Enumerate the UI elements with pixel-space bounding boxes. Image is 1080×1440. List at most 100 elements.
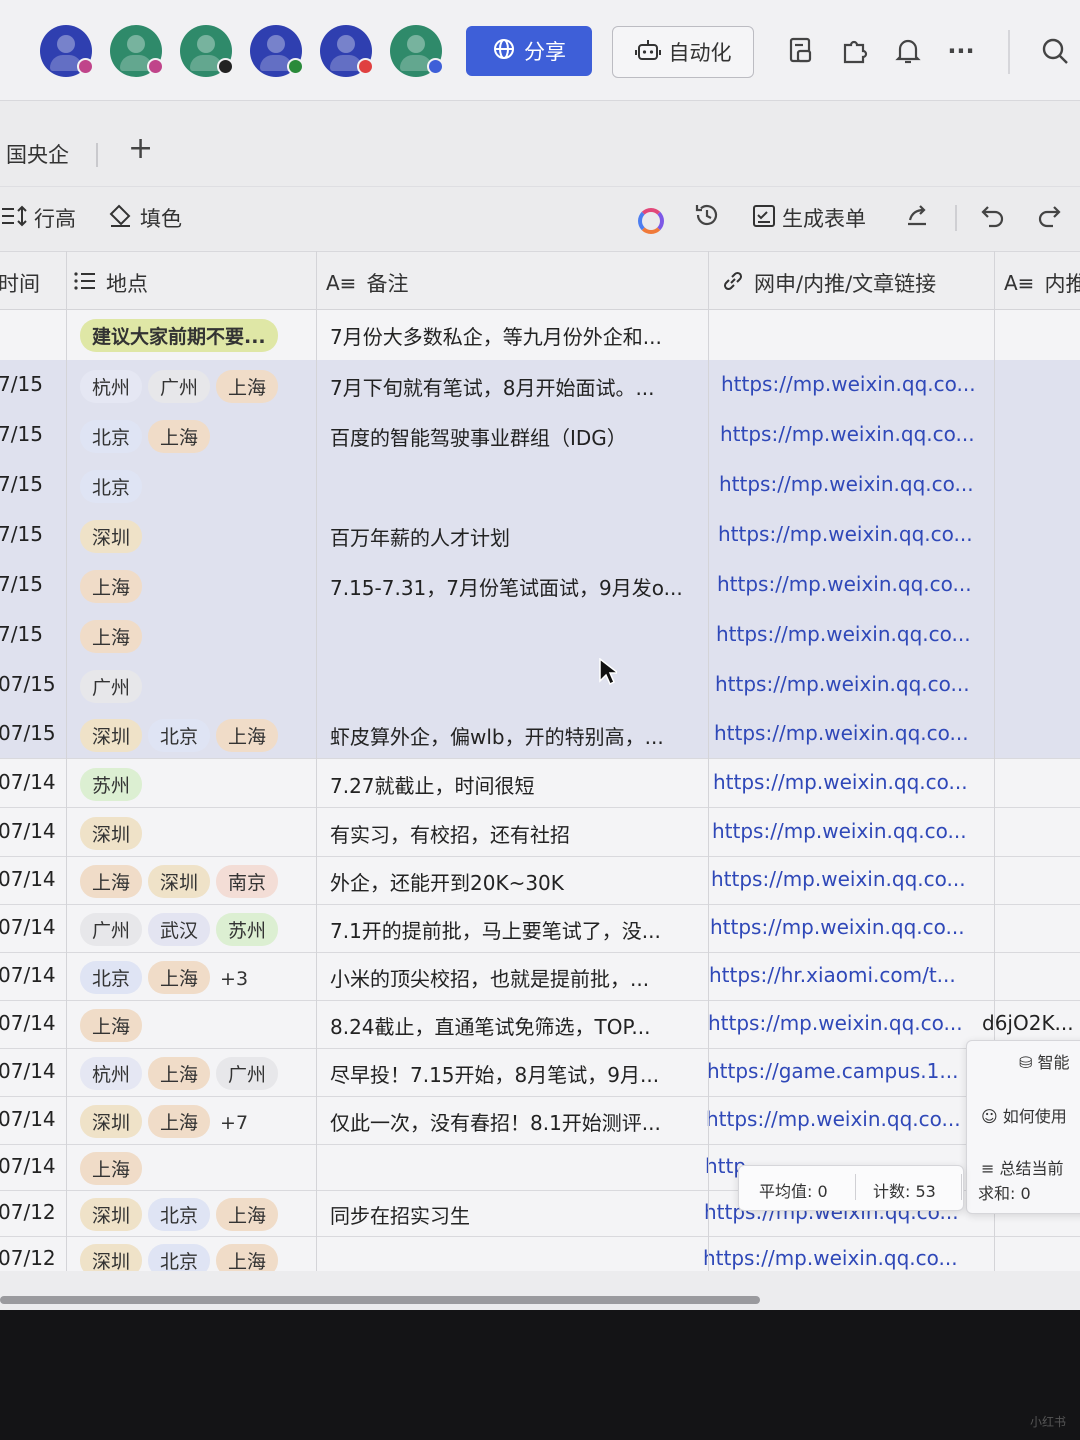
note-cell[interactable]: 7.15-7.31，7月份笔试面试，9月发o... xyxy=(330,572,700,601)
table-row[interactable]: 7/15 上海 7.15-7.31，7月份笔试面试，9月发o... https://m… xyxy=(0,560,1080,611)
date-cell[interactable]: 07/12 xyxy=(0,1246,56,1270)
column-header-location[interactable]: 地点 xyxy=(74,268,148,298)
date-cell[interactable]: 07/14 xyxy=(0,963,56,987)
link-cell[interactable]: https://mp.weixin.qq.co... xyxy=(716,622,981,646)
date-cell[interactable]: 07/14 xyxy=(0,1011,56,1035)
link-cell[interactable]: https://mp.weixin.qq.co... xyxy=(706,1107,971,1131)
avatar[interactable] xyxy=(180,25,234,77)
table-row[interactable]: 07/14 苏州 7.27就截止，时间很短 https://mp.weixin.qq.… xyxy=(0,758,1080,808)
ai-menu-how-to-use[interactable]: ☺ 如何使用 xyxy=(981,1103,1067,1127)
avatar[interactable] xyxy=(110,25,164,77)
date-cell[interactable]: 07/12 xyxy=(0,1200,56,1224)
link-cell[interactable]: https://mp.weixin.qq.co... xyxy=(703,1246,968,1270)
location-cell[interactable]: 广州 xyxy=(80,669,312,703)
table-row[interactable]: 07/15 广州 https://mp.weixin.qq.co... xyxy=(0,660,1080,710)
referral-cell[interactable]: d6jO2K... xyxy=(982,1011,1078,1035)
note-cell[interactable]: 小米的顶尖校招，也就是提前批，... xyxy=(330,963,700,992)
location-cell[interactable]: 上海 xyxy=(80,1152,312,1185)
location-cell[interactable]: 苏州 xyxy=(80,767,312,801)
note-cell[interactable]: 有实习，有校招，还有社招 xyxy=(330,819,700,848)
location-cell[interactable]: 深圳 xyxy=(80,520,312,553)
date-cell[interactable]: 07/14 xyxy=(0,1059,56,1083)
note-cell[interactable]: 7月下旬就有笔试，8月开始面试。... xyxy=(330,372,700,401)
undo-icon[interactable] xyxy=(980,202,1006,234)
note-cell[interactable]: 8.24截止，直通笔试免筛选，TOP... xyxy=(330,1011,700,1040)
location-cell[interactable]: 上海 xyxy=(80,1009,312,1042)
table-row[interactable]: 7/15 杭州 广州 上海 7月下旬就有笔试，8月开始面试。... https://mp.… xyxy=(0,360,1080,411)
note-cell[interactable]: 百度的智能驾驶事业群组（IDG） xyxy=(330,422,700,451)
date-cell[interactable]: 7/15 xyxy=(0,522,43,546)
location-cell[interactable]: 杭州 上海 广州 xyxy=(80,1057,312,1090)
column-header-time[interactable]: 时间 xyxy=(0,268,40,298)
link-cell[interactable]: https://mp.weixin.qq.co... xyxy=(714,721,979,745)
location-cell[interactable]: 建议大家前期不要... xyxy=(80,319,312,352)
location-cell[interactable]: 深圳 北京 上海 xyxy=(80,1198,312,1231)
location-cell[interactable]: 北京 xyxy=(80,470,312,503)
table-row[interactable]: 07/12 深圳 北京 上海 https://mp.weixin.qq.co... xyxy=(0,1236,1080,1271)
date-cell[interactable]: 07/15 xyxy=(0,672,56,696)
plugin-icon[interactable] xyxy=(839,36,869,66)
location-cell[interactable]: 深圳 上海 +7 xyxy=(80,1105,312,1138)
table-row[interactable]: 07/14 广州 武汉 苏州 7.1开的提前批，马上要笔试了，没... https://m… xyxy=(0,904,1080,953)
search-icon[interactable] xyxy=(1040,36,1070,66)
stat-average[interactable]: 平均值: 0 xyxy=(759,1178,828,1202)
more-tags-count[interactable]: +3 xyxy=(220,968,248,990)
note-cell[interactable]: 仅此一次，没有春招！8.1开始测评... xyxy=(330,1107,700,1136)
link-cell[interactable]: https://mp.weixin.qq.co... xyxy=(717,572,982,596)
date-cell[interactable]: 07/14 xyxy=(0,770,56,794)
table-row[interactable]: 7/15 北京 https://mp.weixin.qq.co... xyxy=(0,460,1080,511)
location-cell[interactable]: 上海 xyxy=(80,570,312,603)
date-cell[interactable]: 07/14 xyxy=(0,1107,56,1131)
stat-count[interactable]: 计数: 53 xyxy=(873,1178,936,1202)
fill-color-button[interactable]: 填色 xyxy=(108,203,182,233)
share-arrow-icon[interactable] xyxy=(904,202,930,234)
note-cell[interactable]: 尽早投！7.15开始，8月笔试，9月... xyxy=(330,1059,700,1088)
date-cell[interactable]: 07/14 xyxy=(0,915,56,939)
date-cell[interactable]: 07/14 xyxy=(0,1154,56,1178)
column-header-referral[interactable]: A≡ 内推 xyxy=(1004,268,1080,298)
link-cell[interactable]: https://mp.weixin.qq.co... xyxy=(713,770,978,794)
table-row[interactable]: 07/14 深圳 有实习，有校招，还有社招 https://mp.weixin.qq.… xyxy=(0,807,1080,857)
document-icon[interactable] xyxy=(786,36,816,66)
ai-assistant-icon[interactable] xyxy=(638,208,664,234)
column-header-link[interactable]: 网申/内推/文章链接 xyxy=(722,268,936,298)
bell-icon[interactable] xyxy=(893,36,923,66)
table-row[interactable]: 7/15 深圳 百万年薪的人才计划 https://mp.weixin.qq.co..… xyxy=(0,510,1080,561)
avatar[interactable] xyxy=(390,25,444,77)
link-cell[interactable]: https://mp.weixin.qq.co... xyxy=(715,672,980,696)
redo-icon[interactable] xyxy=(1036,202,1062,234)
table-row[interactable]: 07/14 深圳 上海 +7 仅此一次，没有春招！8.1开始测评... https://m… xyxy=(0,1096,1080,1145)
link-cell[interactable]: https://mp.weixin.qq.co... xyxy=(711,867,976,891)
ai-menu-summary[interactable]: ≡ 总结当前 xyxy=(981,1155,1064,1179)
share-button[interactable]: 分享 xyxy=(466,26,592,76)
date-cell[interactable]: 7/15 xyxy=(0,622,43,646)
note-cell[interactable]: 同步在招实习生 xyxy=(330,1200,700,1229)
column-header-note[interactable]: A≡ 备注 xyxy=(326,268,408,298)
link-cell[interactable]: https://mp.weixin.qq.co... xyxy=(712,819,977,843)
location-cell[interactable]: 深圳 xyxy=(80,816,312,850)
note-cell[interactable]: 7.27就截止，时间很短 xyxy=(330,770,700,799)
link-cell[interactable]: https://mp.weixin.qq.co... xyxy=(720,422,985,446)
date-cell[interactable]: 7/15 xyxy=(0,472,43,496)
date-cell[interactable]: 07/14 xyxy=(0,867,56,891)
note-cell[interactable]: 外企，还能开到20K~30K xyxy=(330,867,700,896)
location-cell[interactable]: 广州 武汉 苏州 xyxy=(80,913,312,946)
note-cell[interactable]: 7月份大多数私企，等九月份外企和... xyxy=(330,321,700,350)
table-row[interactable]: 7/15 北京 上海 百度的智能驾驶事业群组（IDG） https://mp.weixi… xyxy=(0,410,1080,461)
note-cell[interactable]: 百万年薪的人才计划 xyxy=(330,522,700,551)
table-row[interactable]: 建议大家前期不要... 7月份大多数私企，等九月份外企和... xyxy=(0,308,1080,361)
avatar[interactable] xyxy=(40,25,94,77)
link-cell[interactable]: https://mp.weixin.qq.co... xyxy=(719,472,984,496)
date-cell[interactable]: 07/15 xyxy=(0,721,56,745)
stat-sum[interactable]: 求和: 0 xyxy=(978,1180,1031,1204)
note-cell[interactable]: 虾皮算外企，偏wlb，开的特别高，... xyxy=(330,721,700,750)
date-cell[interactable]: 07/14 xyxy=(0,819,56,843)
more-tags-count[interactable]: +7 xyxy=(220,1112,248,1134)
table-row[interactable]: 07/14 上海 深圳 南京 外企，还能开到20K~30K https://mp.weix… xyxy=(0,856,1080,905)
location-cell[interactable]: 深圳 北京 上海 xyxy=(80,1244,312,1271)
link-cell[interactable]: https://mp.weixin.qq.co... xyxy=(708,1011,973,1035)
row-height-button[interactable]: 行高 xyxy=(2,203,76,233)
date-cell[interactable]: 7/15 xyxy=(0,422,43,446)
generate-form-button[interactable]: 生成表单 xyxy=(752,203,866,233)
date-cell[interactable]: 7/15 xyxy=(0,572,43,596)
